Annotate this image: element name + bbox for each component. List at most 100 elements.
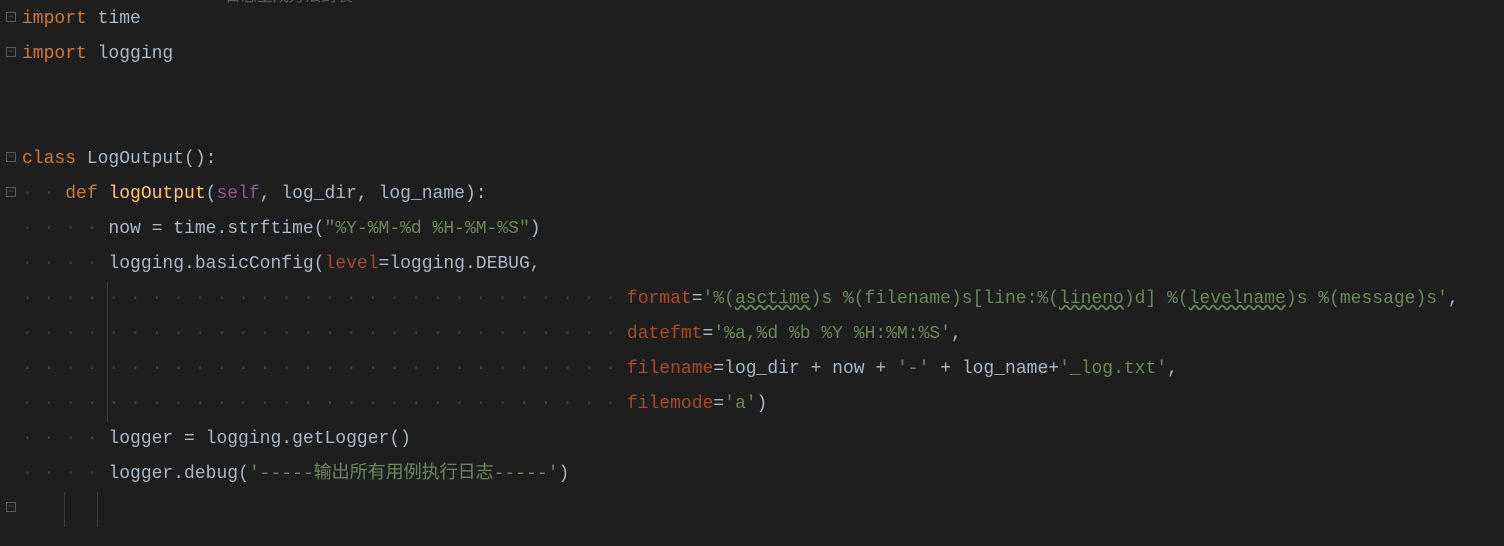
gutter: − − − − − (0, 0, 18, 527)
indent-guide: · · · · · · · · · · · · · · · · · · · · … (22, 359, 627, 379)
indent-guide: · · · · (22, 254, 108, 274)
punctuation: , (260, 184, 282, 204)
punctuation: . (173, 464, 184, 484)
fold-marker-icon[interactable]: − (6, 152, 16, 162)
punctuation: . (281, 429, 292, 449)
code-line[interactable]: · · · · logger.debug('-----输出所有用例执行日志---… (22, 457, 1504, 492)
punctuation: , (1448, 289, 1459, 309)
operator: = (379, 254, 390, 274)
code-line[interactable] (22, 107, 1504, 142)
operator: = (713, 359, 724, 379)
variable: logger (108, 464, 173, 484)
attribute: DEBUG (476, 254, 530, 274)
punctuation: () (389, 429, 411, 449)
code-line[interactable]: · · · · logger = logging.getLogger() (22, 422, 1504, 457)
keyword-arg: datefmt (627, 324, 703, 344)
code-line[interactable]: class LogOutput(): (22, 142, 1504, 177)
punctuation: ) (559, 464, 570, 484)
fold-marker-icon[interactable]: − (6, 502, 16, 512)
code-line[interactable]: · · · · logging.basicConfig(level=loggin… (22, 247, 1504, 282)
operator: + (940, 359, 962, 379)
punctuation: ( (206, 184, 217, 204)
module-ref: logging (389, 254, 465, 274)
punctuation: ) (757, 394, 768, 414)
string-literal: '-' (897, 359, 940, 379)
function-call: strftime (227, 219, 313, 239)
code-line[interactable]: · · · · · · · · · · · · · · · · · · · · … (22, 387, 1504, 422)
operator: + (1048, 359, 1059, 379)
indent-guide: · · · · · · · · · · · · · · · · · · · · … (22, 324, 627, 344)
code-line[interactable]: · · · · · · · · · · · · · · · · · · · · … (22, 282, 1504, 317)
variable: now (832, 359, 875, 379)
punctuation: , (357, 184, 379, 204)
string-literal: '-----输出所有用例执行日志-----' (249, 464, 559, 484)
string-literal: '%a,%d %b %Y %H:%M:%S' (713, 324, 951, 344)
operator: = (152, 219, 174, 239)
module-name: logging (98, 44, 174, 64)
keyword-arg: format (627, 289, 692, 309)
indent-guide: · · · · (22, 219, 108, 239)
punctuation: . (216, 219, 227, 239)
folded-hint-text: 日志生成方法封装 (225, 0, 353, 13)
punctuation: ): (465, 184, 487, 204)
punctuation: ) (530, 219, 541, 239)
variable: logger (108, 429, 184, 449)
module-ref: logging (206, 429, 282, 449)
punctuation: , (530, 254, 541, 274)
keyword: def (65, 184, 108, 204)
code-line[interactable]: import logging (22, 37, 1504, 72)
code-line[interactable] (22, 492, 1504, 527)
keyword: class (22, 149, 87, 169)
string-literal: '_log.txt' (1059, 359, 1167, 379)
parameter: log_name (379, 184, 465, 204)
code-line[interactable] (22, 72, 1504, 107)
operator: = (703, 324, 714, 344)
punctuation: . (184, 254, 195, 274)
keyword: import (22, 44, 98, 64)
variable: log_dir (724, 359, 810, 379)
function-name: logOutput (108, 184, 205, 204)
fold-marker-icon[interactable]: − (6, 12, 16, 22)
punctuation: , (1167, 359, 1178, 379)
operator: + (811, 359, 833, 379)
indent-guide: · · · · (22, 464, 108, 484)
function-call: getLogger (292, 429, 389, 449)
keyword-arg: level (325, 254, 379, 274)
function-call: debug (184, 464, 238, 484)
code-editor[interactable]: 日志生成方法封装 − − − − − import time import lo… (0, 0, 1504, 527)
parameter: log_dir (281, 184, 357, 204)
punctuation: . (465, 254, 476, 274)
variable: now (108, 219, 151, 239)
operator: = (692, 289, 703, 309)
string-literal: '%(asctime)s %(filename)s[line:%(lineno)… (703, 289, 1448, 309)
code-line[interactable]: · · · · · · · · · · · · · · · · · · · · … (22, 317, 1504, 352)
code-line[interactable]: · · def logOutput(self, log_dir, log_nam… (22, 177, 1504, 212)
self-param: self (216, 184, 259, 204)
indent-guide: · · · · · · · · · · · · · · · · · · · · … (22, 289, 627, 309)
punctuation: ( (314, 254, 325, 274)
module-name: time (98, 9, 141, 29)
code-line[interactable]: · · · · now = time.strftime("%Y-%M-%d %H… (22, 212, 1504, 247)
indent-guide: · · · · · · · · · · · · · · · · · · · · … (22, 394, 627, 414)
punctuation: (): (184, 149, 216, 169)
function-call: basicConfig (195, 254, 314, 274)
indent-guide (22, 499, 98, 519)
operator: = (713, 394, 724, 414)
punctuation: ( (238, 464, 249, 484)
punctuation: , (951, 324, 962, 344)
punctuation: ( (314, 219, 325, 239)
module-ref: logging (108, 254, 184, 274)
code-line[interactable]: · · · · · · · · · · · · · · · · · · · · … (22, 352, 1504, 387)
fold-marker-icon[interactable]: − (6, 47, 16, 57)
operator: + (875, 359, 897, 379)
keyword-arg: filemode (627, 394, 713, 414)
indent-guide: · · (22, 184, 65, 204)
class-name: LogOutput (87, 149, 184, 169)
fold-marker-icon[interactable]: − (6, 187, 16, 197)
keyword-arg: filename (627, 359, 713, 379)
module-ref: time (173, 219, 216, 239)
keyword: import (22, 9, 98, 29)
string-literal: 'a' (724, 394, 756, 414)
indent-guide: · · · · (22, 429, 108, 449)
string-literal: "%Y-%M-%d %H-%M-%S" (325, 219, 530, 239)
